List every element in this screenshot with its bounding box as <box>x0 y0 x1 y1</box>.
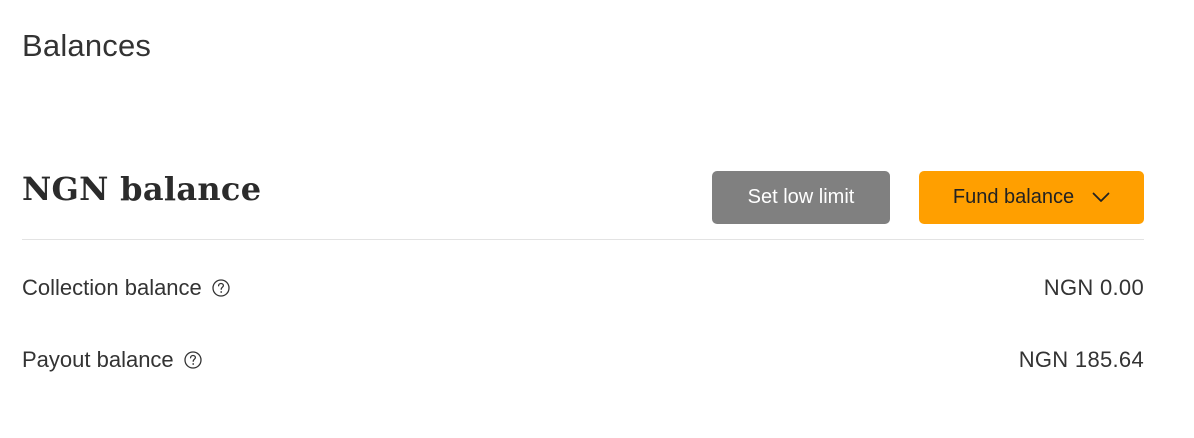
collection-balance-row: Collection balance NGN 0.00 <box>22 272 1144 304</box>
payout-balance-label: Payout balance <box>22 347 174 372</box>
chevron-down-icon <box>1092 192 1110 203</box>
fund-balance-button[interactable]: Fund balance <box>919 171 1144 224</box>
section-title: NGN balance <box>22 170 262 208</box>
payout-balance-row: Payout balance NGN 185.64 <box>22 344 1144 376</box>
collection-balance-label-group: Collection balance <box>22 275 231 301</box>
page-title: Balances <box>22 28 152 63</box>
set-low-limit-label: Set low limit <box>747 186 855 208</box>
collection-balance-value: NGN 0.00 <box>1043 275 1144 300</box>
collection-balance-label: Collection balance <box>22 275 202 300</box>
fund-balance-label: Fund balance <box>952 186 1075 208</box>
set-low-limit-button[interactable]: Set low limit <box>712 171 890 224</box>
ngn-balance-header: NGN balance Set low limit Fund balance <box>22 168 1144 240</box>
payout-balance-label-group: Payout balance <box>22 347 203 373</box>
payout-balance-value: NGN 185.64 <box>1018 347 1144 372</box>
help-circle-icon[interactable] <box>183 350 203 370</box>
help-circle-icon[interactable] <box>211 278 231 298</box>
